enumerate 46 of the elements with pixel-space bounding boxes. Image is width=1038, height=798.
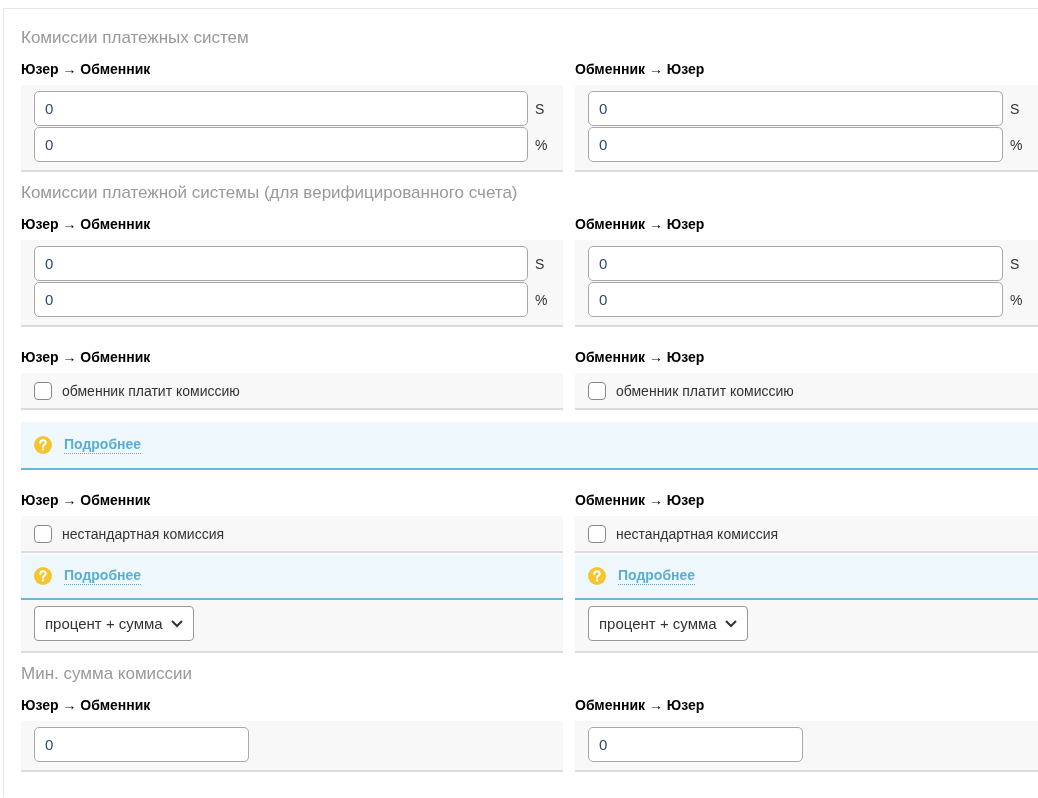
chevron-down-icon — [170, 619, 183, 628]
checkbox-label: нестандартная комиссия — [62, 526, 225, 542]
amount-input[interactable]: 0 — [34, 91, 528, 126]
amount-input[interactable]: 0 — [588, 91, 1003, 126]
amount-input[interactable]: 0 — [588, 727, 803, 762]
help-icon — [34, 567, 52, 585]
type-select[interactable]: процент + сумма — [588, 606, 748, 641]
unit-label: S — [534, 100, 546, 117]
direction-label: Обменник → Юзер — [575, 60, 706, 79]
direction-label: Обменник → Юзер — [575, 215, 706, 234]
amount-input[interactable]: 0 — [588, 246, 1003, 281]
checkbox-label: обменник платит комиссию — [62, 383, 240, 399]
unit-label: % — [1009, 136, 1024, 153]
unit-label: S — [534, 255, 546, 272]
checkbox[interactable] — [34, 525, 52, 543]
direction-label: Юзер → Обменник — [21, 696, 152, 715]
type-select[interactable]: процент + сумма — [34, 606, 194, 641]
direction-label: Обменник → Юзер — [575, 491, 706, 510]
section-title: Мин. сумма комиссии — [21, 663, 194, 685]
direction-label: Обменник → Юзер — [575, 348, 706, 367]
direction-label: Обменник → Юзер — [575, 696, 706, 715]
amount-input[interactable]: 0 — [34, 727, 249, 762]
unit-label: % — [1009, 291, 1024, 308]
amount-input[interactable]: 0 — [588, 127, 1003, 162]
amount-input[interactable]: 0 — [34, 282, 528, 317]
chevron-down-icon — [724, 619, 737, 628]
amount-input[interactable]: 0 — [34, 246, 528, 281]
checkbox[interactable] — [588, 382, 606, 400]
checkbox-label: нестандартная комиссия — [616, 526, 779, 542]
unit-label: % — [534, 136, 549, 153]
section-title: Комиссии платежных систем — [21, 27, 250, 49]
amount-input[interactable]: 0 — [34, 127, 528, 162]
amount-input[interactable]: 0 — [588, 282, 1003, 317]
section-title: Комиссии платежной системы (для верифицированного счета) — [21, 182, 519, 204]
direction-label: Юзер → Обменник — [21, 348, 152, 367]
direction-label: Юзер → Обменник — [21, 491, 152, 510]
direction-label: Юзер → Обменник — [21, 60, 152, 79]
direction-label: Юзер → Обменник — [21, 215, 152, 234]
checkbox[interactable] — [588, 525, 606, 543]
unit-label: S — [1009, 255, 1021, 272]
help-icon — [588, 567, 606, 585]
checkbox-label: обменник платит комиссию — [616, 383, 794, 399]
help-icon — [34, 436, 52, 454]
checkbox[interactable] — [34, 382, 52, 400]
unit-label: S — [1009, 100, 1021, 117]
unit-label: % — [534, 291, 549, 308]
